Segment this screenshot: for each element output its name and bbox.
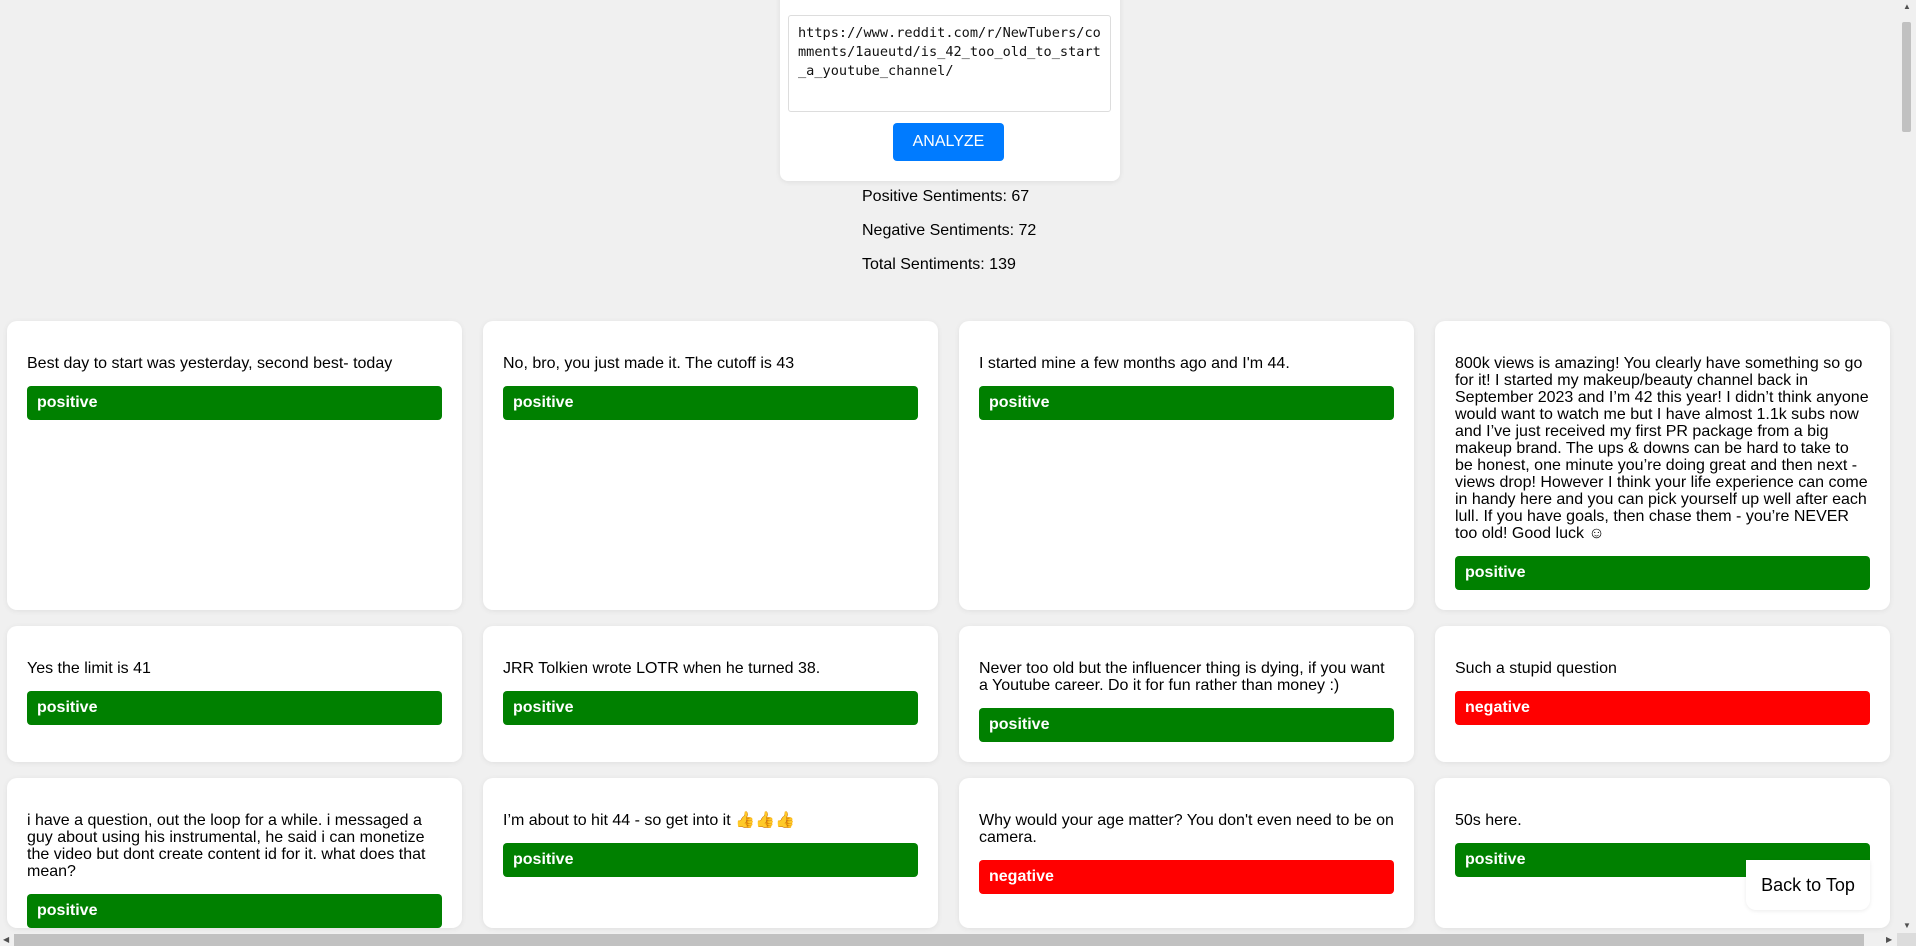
- comment-card: I’m about to hit 44 - so get into it 👍👍👍…: [483, 778, 938, 928]
- comment-text: 50s here.: [1455, 812, 1522, 829]
- sentiment-label: positive: [503, 691, 918, 725]
- positive-count: Positive Sentiments: 67: [862, 188, 1030, 205]
- sentiment-label: positive: [503, 843, 918, 877]
- comment-card: Why would your age matter? You don't eve…: [959, 778, 1414, 928]
- comment-text: Yes the limit is 41: [27, 660, 151, 677]
- sentiment-label: positive: [27, 386, 442, 420]
- negative-count: Negative Sentiments: 72: [862, 222, 1037, 239]
- comment-text: No, bro, you just made it. The cutoff is…: [503, 355, 795, 372]
- comment-card: Such a stupid question negative: [1435, 626, 1890, 762]
- scroll-down-arrow-icon[interactable]: ▼: [1903, 922, 1911, 930]
- sentiment-label: negative: [979, 860, 1394, 894]
- comment-card: JRR Tolkien wrote LOTR when he turned 38…: [483, 626, 938, 762]
- scroll-left-arrow-icon[interactable]: ◀: [3, 936, 9, 944]
- comment-text: I started mine a few months ago and I'm …: [979, 355, 1290, 372]
- comment-text: Best day to start was yesterday, second …: [27, 355, 393, 372]
- comment-card: Never too old but the influencer thing i…: [959, 626, 1414, 762]
- sentiment-label: positive: [27, 691, 442, 725]
- sentiment-stats: Positive Sentiments: 67 Negative Sentime…: [862, 188, 1036, 290]
- comment-text: Why would your age matter? You don't eve…: [979, 812, 1394, 846]
- horizontal-scrollbar[interactable]: ◀ ▶: [0, 933, 1897, 946]
- vertical-scrollbar[interactable]: ▲ ▼: [1897, 0, 1916, 933]
- comment-card: Yes the limit is 41 positive: [7, 626, 462, 762]
- sentiment-label: negative: [1455, 691, 1870, 725]
- scrollbar-corner: [1897, 933, 1916, 946]
- comment-card: I started mine a few months ago and I'm …: [959, 321, 1414, 610]
- back-to-top-button[interactable]: Back to Top: [1746, 860, 1870, 910]
- comment-grid: Best day to start was yesterday, second …: [7, 321, 1890, 928]
- url-input[interactable]: https://www.reddit.com/r/NewTubers/comme…: [788, 15, 1111, 112]
- sentiment-label: positive: [503, 386, 918, 420]
- total-count: Total Sentiments: 139: [862, 256, 1016, 273]
- sentiment-label: positive: [27, 894, 442, 928]
- comment-text: Such a stupid question: [1455, 660, 1617, 677]
- comment-text: JRR Tolkien wrote LOTR when he turned 38…: [503, 660, 821, 677]
- comment-text: Never too old but the influencer thing i…: [979, 660, 1385, 694]
- analyze-button[interactable]: ANALYZE: [893, 123, 1004, 161]
- scroll-right-arrow-icon[interactable]: ▶: [1886, 936, 1892, 944]
- sentiment-label: positive: [1455, 556, 1870, 590]
- comment-text: 800k views is amazing! You clearly have …: [1455, 355, 1869, 542]
- comment-card: 800k views is amazing! You clearly have …: [1435, 321, 1890, 610]
- sentiment-label: positive: [979, 708, 1394, 742]
- sentiment-label: positive: [979, 386, 1394, 420]
- comment-text: i have a question, out the loop for a wh…: [27, 812, 426, 880]
- scroll-up-arrow-icon[interactable]: ▲: [1903, 3, 1911, 11]
- comment-card: Best day to start was yesterday, second …: [7, 321, 462, 610]
- horizontal-scroll-thumb[interactable]: [14, 934, 1864, 946]
- comment-card: i have a question, out the loop for a wh…: [7, 778, 462, 928]
- vertical-scroll-thumb[interactable]: [1902, 22, 1911, 132]
- url-form-card: https://www.reddit.com/r/NewTubers/comme…: [780, 0, 1120, 181]
- comment-text: I’m about to hit 44 - so get into it 👍👍👍: [503, 812, 795, 829]
- comment-card: No, bro, you just made it. The cutoff is…: [483, 321, 938, 610]
